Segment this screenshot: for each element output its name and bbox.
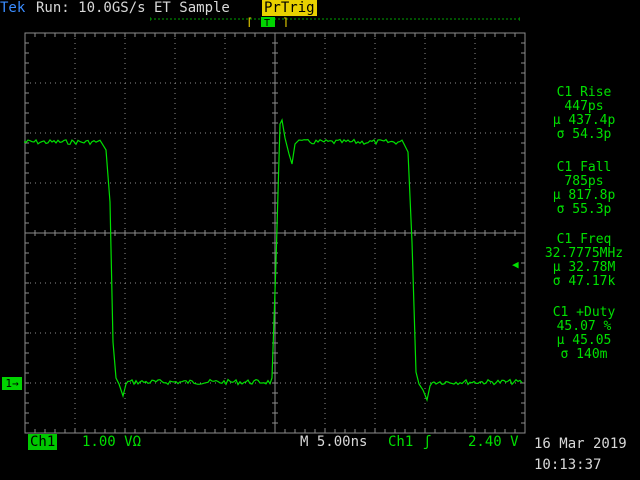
measurement-stdev: σ 140m [560,347,608,362]
measurement-mean: µ 817.8p [552,188,616,203]
measurement-mean: µ 437.4p [552,113,616,128]
trigger-position-label: T [264,18,270,27]
measurement-fall-time[interactable]: C1 Fall 785ps µ 817.8p σ 55.3p [528,161,640,217]
vertical-scale[interactable]: 1.00 VΩ [82,434,141,450]
rising-edge-icon: ʃ [423,434,432,450]
measurement-positive-duty[interactable]: C1 +Duty 45.07 % µ 45.05 σ 140m [528,306,640,362]
trigger-level[interactable]: 2.40 V [468,434,519,450]
measurement-value: 785ps [564,174,604,189]
date-readout: 16 Mar 2019 [534,436,627,452]
horizontal-timebase[interactable]: M 5.00ns [300,434,367,450]
brand-logo: Tek [0,0,26,16]
channel-label[interactable]: Ch1 [28,434,58,450]
measurement-title: C1 +Duty [552,305,616,320]
trigger-mode-badge: PrTrig [262,0,317,16]
trigger-window-right-bracket: ] [282,17,289,27]
measurement-rise-time[interactable]: C1 Rise 447ps µ 437.4p σ 54.3p [528,86,640,142]
ch1-waveform-trace [24,118,523,403]
graticule [24,32,526,434]
measurement-value: 45.07 % [556,319,612,334]
measurement-value: 32.7775MHz [544,246,624,261]
measurement-stdev: σ 55.3p [556,202,612,217]
grid-lines [24,32,526,434]
measurement-title: C1 Freq [556,232,612,247]
measurement-stdev: σ 54.3p [556,127,612,142]
measurement-mean: µ 45.05 [556,333,612,348]
measurement-frequency[interactable]: C1 Freq 32.7775MHz µ 32.78M σ 47.17k [528,233,640,289]
time-readout: 10:13:37 [534,457,602,473]
trigger-level-arrow-icon[interactable]: ◀ [512,258,519,271]
measurement-value: 447ps [564,99,604,114]
ch1-ground-marker[interactable]: 1→ [2,377,22,390]
status-bar: Ch1 1.00 VΩ M 5.00ns Ch1 ʃ 2.40 V 16 Mar… [0,432,640,480]
measurement-mean: µ 32.78M [552,260,616,275]
trigger-position-bar: [ ] T [150,17,520,27]
trigger-window-left-bracket: [ [246,17,253,27]
measurement-stdev: σ 47.17k [552,274,616,289]
measurement-title: C1 Rise [556,85,612,100]
acquisition-status: Run: 10.0GS/s ET Sample [36,0,230,16]
measurement-title: C1 Fall [556,160,612,175]
oscilloscope-screen: Tek Run: 10.0GS/s ET Sample PrTrig [ ] T… [0,0,640,480]
trigger-source[interactable]: Ch1 [388,434,413,450]
